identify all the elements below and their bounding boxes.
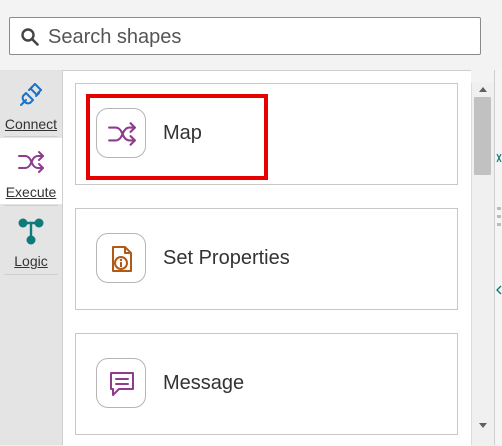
message-icon	[110, 372, 134, 396]
search-bar-area	[0, 0, 502, 70]
grip-icon	[497, 207, 501, 226]
tab-connect[interactable]: Connect	[0, 70, 62, 136]
shape-label: Set Properties	[163, 247, 290, 269]
branch-icon	[18, 218, 44, 245]
shape-card-map[interactable]: Map	[75, 83, 458, 185]
chevron-left-icon	[496, 285, 502, 295]
canvas-edge	[494, 70, 502, 445]
plug-icon	[20, 83, 42, 106]
scrollbar[interactable]	[471, 83, 494, 445]
tab-divider	[4, 205, 58, 206]
tab-divider	[4, 274, 58, 275]
shape-card-message[interactable]: Message	[75, 333, 458, 435]
scroll-down-arrow-icon[interactable]	[472, 419, 494, 433]
shape-icon-frame	[96, 108, 146, 158]
shape-icon-frame	[96, 233, 146, 283]
shape-palette: Connect Execute	[0, 0, 502, 446]
tab-divider	[4, 136, 58, 137]
search-icon	[21, 28, 39, 46]
shape-icon-frame	[96, 358, 146, 408]
shuffle-icon	[108, 122, 136, 146]
tab-logic[interactable]: Logic	[0, 207, 62, 273]
search-input[interactable]	[46, 23, 470, 51]
shapes-list: Map Set Properties Message	[63, 70, 471, 446]
shape-label: Map	[163, 122, 202, 144]
scroll-up-arrow-icon[interactable]	[472, 83, 494, 95]
close-icon	[496, 153, 502, 163]
document-info-icon	[112, 246, 132, 272]
tab-execute[interactable]: Execute	[0, 138, 62, 204]
category-sidebar: Connect Execute Logic	[0, 70, 63, 445]
tab-execute-label: Execute	[5, 184, 57, 200]
shape-label: Message	[163, 372, 245, 394]
shuffle-icon	[18, 151, 44, 173]
search-box[interactable]	[9, 17, 481, 55]
tab-connect-label: Connect	[4, 116, 58, 132]
tab-logic-label: Logic	[14, 253, 48, 269]
scroll-thumb[interactable]	[474, 97, 491, 175]
shape-card-set-properties[interactable]: Set Properties	[75, 208, 458, 310]
